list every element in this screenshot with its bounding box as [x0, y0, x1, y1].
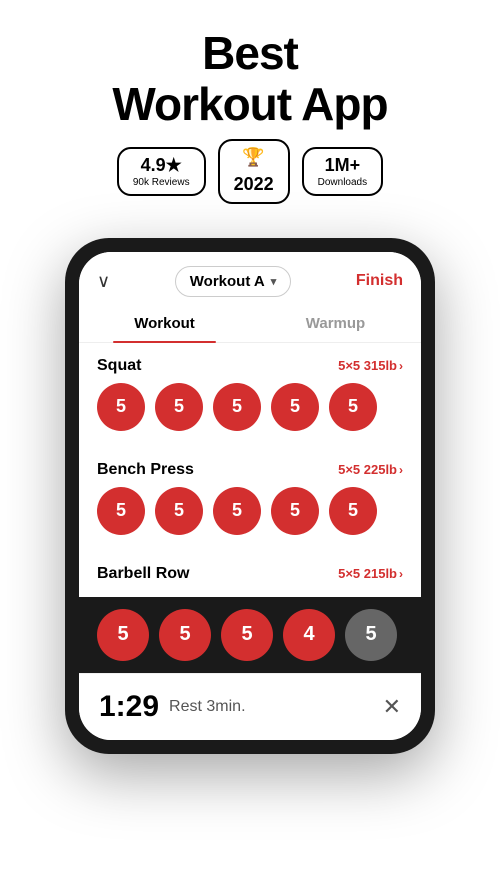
downloads-sub: Downloads	[318, 177, 367, 188]
active-bubble-5[interactable]: 5	[345, 609, 397, 661]
dropdown-arrow-icon: ▾	[271, 275, 277, 288]
phone-screen: ∨ Workout A ▾ Finish Workout Warmup Squa…	[79, 252, 421, 740]
header: Best Workout App 4.9★ 90k Reviews 🏆 2022…	[0, 0, 500, 238]
tabs-bar: Workout Warmup	[79, 305, 421, 343]
bench-name: Bench Press	[97, 461, 194, 479]
trophy-icon: 🏆	[242, 147, 264, 168]
timer-left: 1:29 Rest 3min.	[99, 690, 246, 724]
exercise-barbell: Barbell Row 5×5 215lb ›	[79, 555, 421, 597]
squat-bubble-2[interactable]: 5	[155, 383, 203, 431]
squat-bubble-5[interactable]: 5	[329, 383, 377, 431]
rating-value: 4.9★	[141, 155, 182, 177]
squat-sets[interactable]: 5×5 315lb ›	[338, 358, 403, 373]
tab-warmup[interactable]: Warmup	[250, 305, 421, 342]
timer-time: 1:29	[99, 690, 159, 724]
chevron-down-icon[interactable]: ∨	[97, 271, 110, 292]
tab-workout[interactable]: Workout	[79, 305, 250, 342]
app-bar: ∨ Workout A ▾ Finish	[79, 252, 421, 305]
downloads-badge: 1M+ Downloads	[302, 147, 383, 196]
active-bubble-1[interactable]: 5	[97, 609, 149, 661]
squat-bubble-4[interactable]: 5	[271, 383, 319, 431]
downloads-value: 1M+	[325, 155, 361, 177]
active-bubble-3[interactable]: 5	[221, 609, 273, 661]
bench-chevron-icon: ›	[399, 463, 403, 477]
squat-row: Squat 5×5 315lb ›	[97, 357, 403, 375]
bench-bubble-2[interactable]: 5	[155, 487, 203, 535]
workout-name: Workout A	[190, 273, 265, 290]
rating-badge: 4.9★ 90k Reviews	[117, 147, 206, 196]
bench-bubble-1[interactable]: 5	[97, 487, 145, 535]
barbell-chevron-icon: ›	[399, 567, 403, 581]
timer-label: Rest 3min.	[169, 698, 245, 716]
exercise-squat: Squat 5×5 315lb › 5 5 5 5 5	[79, 347, 421, 451]
bench-sets[interactable]: 5×5 225lb ›	[338, 462, 403, 477]
award-badge: 🏆 2022	[218, 139, 290, 204]
barbell-sets[interactable]: 5×5 215lb ›	[338, 566, 403, 581]
page-title: Best Workout App	[20, 28, 480, 129]
exercise-bench: Bench Press 5×5 225lb › 5 5 5 5 5	[79, 451, 421, 555]
bench-bubble-3[interactable]: 5	[213, 487, 261, 535]
bench-row: Bench Press 5×5 225lb ›	[97, 461, 403, 479]
phone-shell: ∨ Workout A ▾ Finish Workout Warmup Squa…	[65, 238, 435, 754]
finish-button[interactable]: Finish	[356, 272, 403, 290]
bench-bubble-4[interactable]: 5	[271, 487, 319, 535]
rating-sub: 90k Reviews	[133, 177, 190, 188]
squat-bubble-1[interactable]: 5	[97, 383, 145, 431]
squat-chevron-icon: ›	[399, 359, 403, 373]
badges-row: 4.9★ 90k Reviews 🏆 2022 1M+ Downloads	[20, 139, 480, 204]
barbell-row: Barbell Row 5×5 215lb ›	[97, 565, 403, 583]
squat-bubbles: 5 5 5 5 5	[97, 383, 403, 431]
award-year: 2022	[234, 174, 274, 196]
squat-bubble-3[interactable]: 5	[213, 383, 261, 431]
phone-mockup: ∨ Workout A ▾ Finish Workout Warmup Squa…	[65, 238, 435, 754]
rest-timer: 1:29 Rest 3min. ✕	[79, 673, 421, 740]
squat-name: Squat	[97, 357, 141, 375]
barbell-name: Barbell Row	[97, 565, 189, 583]
bench-bubble-5[interactable]: 5	[329, 487, 377, 535]
timer-close-button[interactable]: ✕	[383, 694, 401, 720]
workout-dropdown[interactable]: Workout A ▾	[175, 266, 292, 297]
active-bubble-2[interactable]: 5	[159, 609, 211, 661]
active-set-bar: 5 5 5 4 5	[79, 597, 421, 673]
bench-bubbles: 5 5 5 5 5	[97, 487, 403, 535]
active-bubble-4[interactable]: 4	[283, 609, 335, 661]
